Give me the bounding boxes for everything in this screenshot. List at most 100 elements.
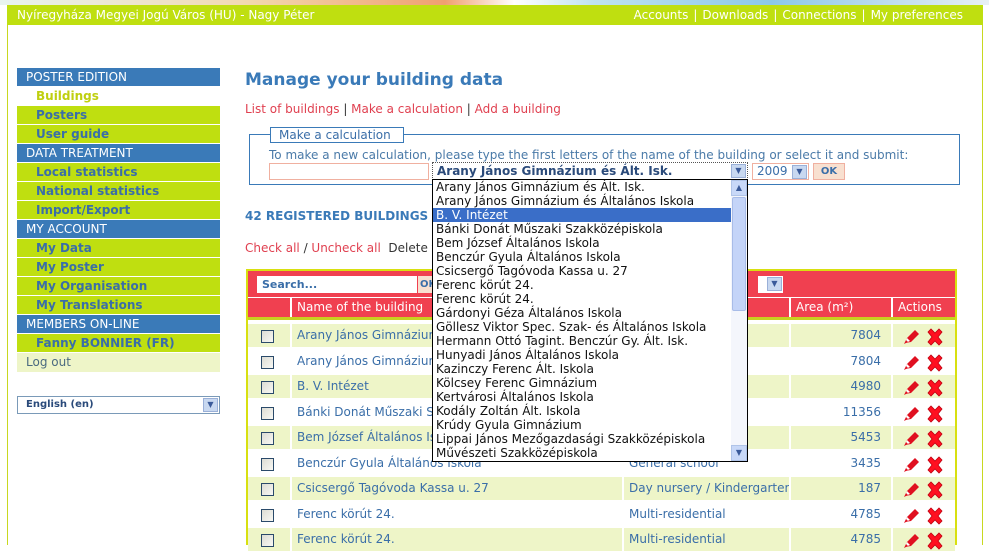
row-checkbox[interactable] xyxy=(261,534,274,547)
logout-link[interactable]: Log out xyxy=(17,353,220,372)
add-building-link[interactable]: Add a building xyxy=(475,102,561,116)
sidebar-item-my-data[interactable]: My Data xyxy=(17,239,220,257)
dropdown-option[interactable]: Göllesz Viktor Spec. Szak- és Általános … xyxy=(433,320,731,334)
building-area: 187 xyxy=(791,477,891,500)
building-name[interactable]: Csicsergő Tagóvoda Kassa u. 27 xyxy=(292,477,622,500)
row-select-cell xyxy=(248,503,290,526)
dropdown-option[interactable]: Gárdonyi Géza Általános Iskola xyxy=(433,306,731,320)
dropdown-option[interactable]: Ferenc körút 24. xyxy=(433,278,731,292)
sidebar-item-my-poster[interactable]: My Poster xyxy=(17,258,220,276)
make-calculation-link[interactable]: Make a calculation xyxy=(351,102,463,116)
building-select[interactable]: Arany János Gimnázium és Ált. Isk. ▼ xyxy=(432,162,748,180)
row-actions xyxy=(893,324,955,347)
row-checkbox[interactable] xyxy=(261,483,274,496)
row-select-cell xyxy=(248,375,290,398)
row-checkbox[interactable] xyxy=(261,508,274,522)
building-name[interactable]: Ferenc körút 24. xyxy=(292,528,622,551)
row-checkbox[interactable] xyxy=(261,432,274,445)
online-member[interactable]: Fanny BONNIER (FR) xyxy=(17,334,220,352)
row-checkbox[interactable] xyxy=(261,381,274,394)
calculate-ok-button[interactable]: OK xyxy=(813,163,845,180)
dropdown-option[interactable]: Lippai János Mezőgazdasági Szakközépisko… xyxy=(433,432,731,446)
uncheck-all-link[interactable]: Uncheck all xyxy=(311,241,380,255)
scrollbar-thumb[interactable] xyxy=(732,197,746,311)
delete-cross-icon[interactable] xyxy=(925,379,945,397)
check-all-link[interactable]: Check all xyxy=(245,241,300,255)
dropdown-option[interactable]: Bem József Általános Iskola xyxy=(433,236,731,250)
scroll-down-icon[interactable]: ▼ xyxy=(731,445,747,461)
sidebar-item-posters[interactable]: Posters xyxy=(17,106,220,124)
sidebar-item-national-statistics[interactable]: National statistics xyxy=(17,182,220,200)
chevron-down-icon: ▼ xyxy=(731,164,746,178)
sidebar-item-user-guide[interactable]: User guide xyxy=(17,125,220,143)
edit-pencil-icon[interactable] xyxy=(901,507,921,525)
table-row: Ferenc körút 24. Multi-residential 4785 xyxy=(248,502,955,527)
dropdown-option[interactable]: Ferenc körút 24. xyxy=(433,292,731,306)
edit-pencil-icon[interactable] xyxy=(901,456,921,474)
chevron-down-icon: ▼ xyxy=(792,165,807,179)
dropdown-option[interactable]: Kertvárosi Általános Iskola xyxy=(433,390,731,404)
building-area: 4980 xyxy=(791,375,891,398)
header-area[interactable]: Area (m²) xyxy=(791,298,891,317)
dropdown-option[interactable]: Csicsergő Tagóvoda Kassa u. 27 xyxy=(433,264,731,278)
delete-cross-icon[interactable] xyxy=(925,506,945,525)
delete-cross-icon[interactable] xyxy=(925,481,945,499)
building-area: 3435 xyxy=(850,455,881,470)
edit-pencil-icon[interactable] xyxy=(901,328,921,346)
row-actions xyxy=(893,528,955,551)
top-links: Accounts | Downloads | Connections | My prefer… xyxy=(633,8,963,22)
edit-pencil-icon[interactable] xyxy=(901,405,921,423)
edit-pencil-icon[interactable] xyxy=(901,481,921,499)
edit-pencil-icon[interactable] xyxy=(901,532,921,550)
downloads-link[interactable]: Downloads xyxy=(702,8,768,22)
row-checkbox[interactable] xyxy=(261,406,274,420)
row-select-cell xyxy=(248,426,290,449)
building-name[interactable]: Ferenc körút 24. xyxy=(292,503,622,526)
dropdown-option[interactable]: Arany János Gimnázium és Ált. Isk. xyxy=(433,180,731,194)
accounts-link[interactable]: Accounts xyxy=(634,8,689,22)
edit-pencil-icon[interactable] xyxy=(901,354,921,372)
delete-cross-icon[interactable] xyxy=(925,404,945,423)
delete-cross-icon[interactable] xyxy=(925,532,945,550)
sidebar-item-import-export[interactable]: Import/Export xyxy=(17,201,220,219)
dropdown-option[interactable]: Művészeti Szakközépiskola xyxy=(433,446,731,460)
type-filter-select[interactable]: ▼ xyxy=(758,276,783,293)
dropdown-option[interactable]: Hermann Ottó Tagint. Benczúr Gy. Ált. Is… xyxy=(433,334,731,348)
sidebar-heading-data-treatment: DATA TREATMENT xyxy=(17,144,220,162)
sidebar-item-local-statistics[interactable]: Local statistics xyxy=(17,163,220,181)
delete-cross-icon[interactable] xyxy=(925,455,945,474)
dropdown-option[interactable]: Arany János Gimnázium és Általános Iskol… xyxy=(433,194,731,208)
language-select[interactable]: English (en) ▼ xyxy=(17,396,220,414)
row-checkbox[interactable] xyxy=(261,457,274,471)
sidebar-heading-poster-edition: POSTER EDITION xyxy=(17,68,220,86)
row-checkbox[interactable] xyxy=(261,355,274,369)
header-checkbox-col xyxy=(248,298,290,317)
list-of-buildings-link[interactable]: List of buildings xyxy=(245,102,340,116)
dropdown-option[interactable]: Kazinczy Ferenc Ált. Iskola xyxy=(433,362,731,376)
dropdown-option[interactable]: B. V. Intézet xyxy=(433,208,731,222)
dropdown-option[interactable]: Hunyadi János Általános Iskola xyxy=(433,348,731,362)
table-search-input[interactable]: Search... xyxy=(257,276,417,293)
dropdown-option[interactable]: Kodály Zoltán Ált. Iskola xyxy=(433,404,731,418)
edit-pencil-icon[interactable] xyxy=(901,430,921,448)
year-select[interactable]: 2009 ▼ xyxy=(752,163,809,180)
sidebar-item-my-translations[interactable]: My Translations xyxy=(17,296,220,314)
sidebar-item-buildings[interactable]: Buildings xyxy=(17,87,220,105)
building-name-input[interactable] xyxy=(269,163,429,180)
delete-cross-icon[interactable] xyxy=(925,353,945,372)
dropdown-option[interactable]: Bánki Donát Műszaki Szakközépiskola xyxy=(433,222,731,236)
sidebar-item-my-organisation[interactable]: My Organisation xyxy=(17,277,220,295)
scroll-up-icon[interactable]: ▲ xyxy=(731,180,747,196)
edit-pencil-icon[interactable] xyxy=(901,379,921,397)
dropdown-scrollbar[interactable]: ▲ ▼ xyxy=(731,180,747,461)
dropdown-option[interactable]: Krúdy Gyula Gimnázium xyxy=(433,418,731,432)
dropdown-option[interactable]: Benczúr Gyula Általános Iskola xyxy=(433,250,731,264)
delete-cross-icon[interactable] xyxy=(925,328,945,346)
my-preferences-link[interactable]: My preferences xyxy=(871,8,963,22)
row-select-cell xyxy=(248,452,290,475)
row-checkbox[interactable] xyxy=(261,330,274,343)
dropdown-option[interactable]: Kölcsey Ferenc Gimnázium xyxy=(433,376,731,390)
building-type: Day nursery / Kindergarten xyxy=(624,477,789,500)
delete-cross-icon[interactable] xyxy=(925,430,945,448)
connections-link[interactable]: Connections xyxy=(782,8,856,22)
